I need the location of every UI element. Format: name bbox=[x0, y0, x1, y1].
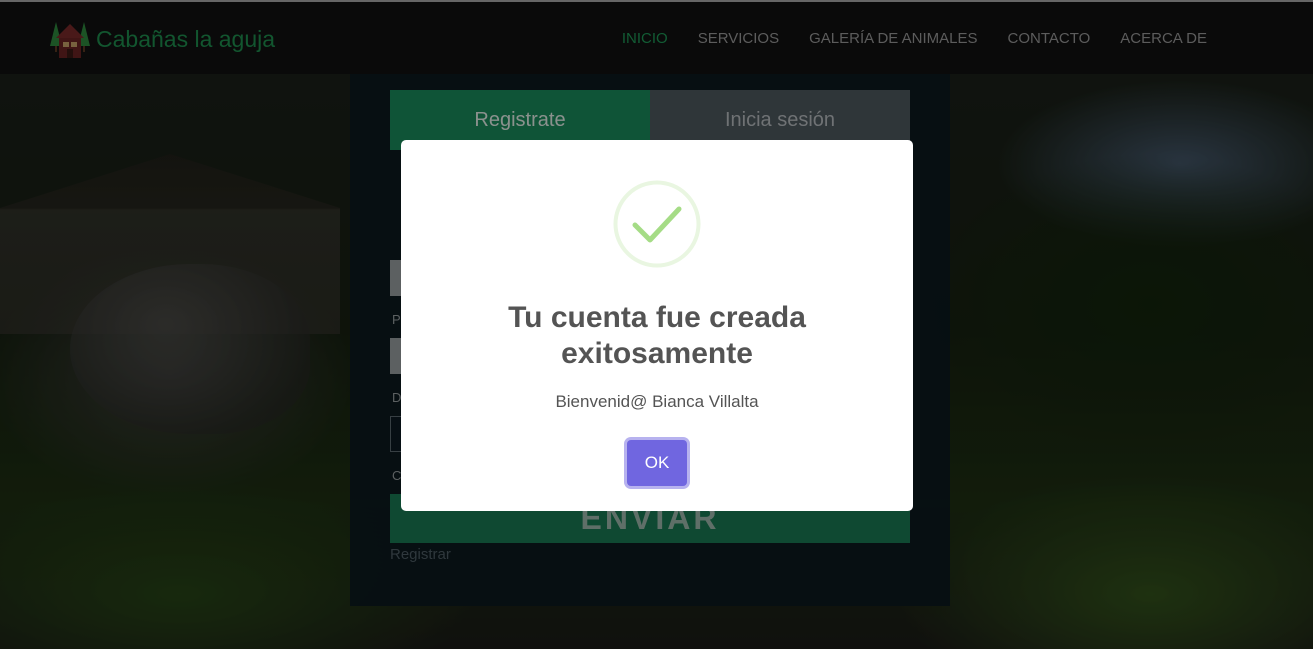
ok-button[interactable]: OK bbox=[627, 440, 687, 486]
success-dialog: Tu cuenta fue creada exitosamente Bienve… bbox=[401, 140, 913, 511]
dialog-message: Bienvenid@ Bianca Villalta bbox=[555, 392, 759, 411]
success-check-icon bbox=[613, 180, 701, 268]
page: Cabañas la aguja INICIO SERVICIOS GALERÍ… bbox=[0, 0, 1313, 649]
dialog-title: Tu cuenta fue creada exitosamente bbox=[508, 301, 806, 370]
